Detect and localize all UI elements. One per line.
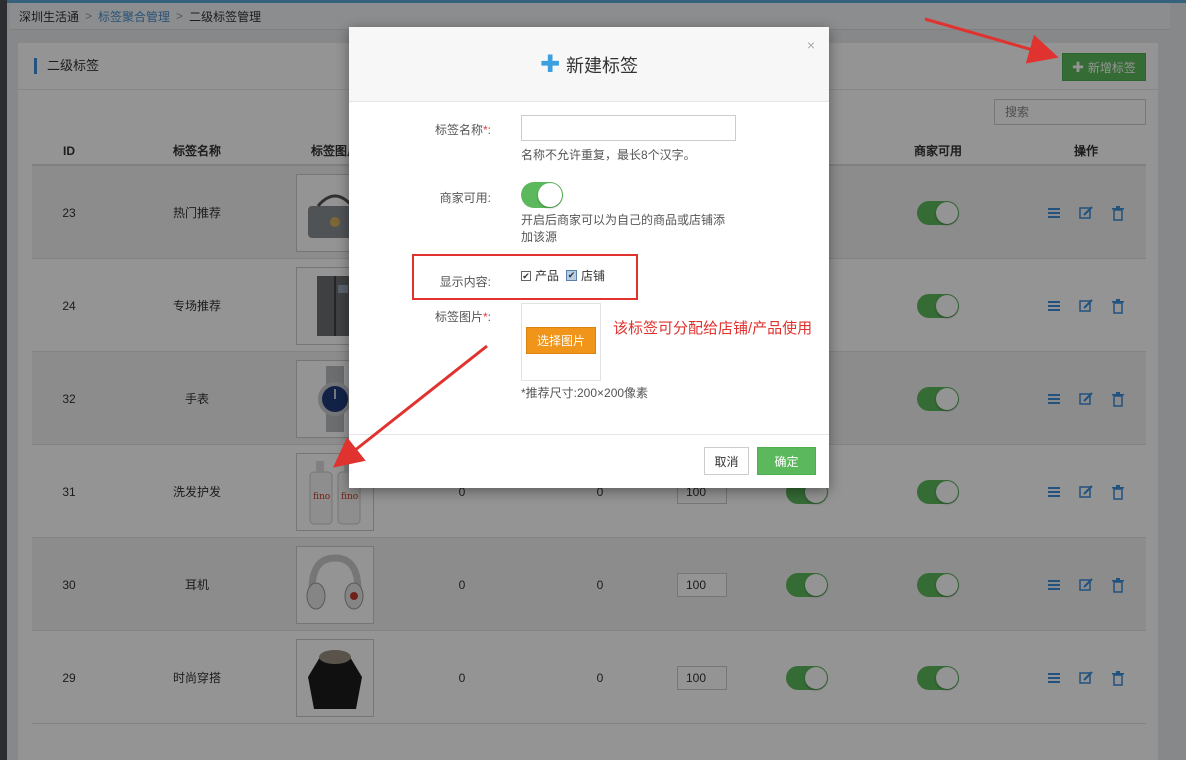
select-image-button[interactable]: 选择图片 [526,327,596,354]
cancel-button[interactable]: 取消 [704,447,749,475]
tag-name-label: 标签名称*: [361,121,491,138]
dialog-header: ✚ 新建标签 × [349,27,829,102]
toggle-knob [538,183,562,207]
merchant-available-toggle[interactable] [521,182,563,208]
dialog-title: ✚ 新建标签 [349,52,829,78]
tag-image-label: 标签图片*: [361,308,491,325]
tag-name-input[interactable] [521,115,736,141]
tag-name-hint: 名称不允许重复，最长8个汉字。 [521,148,696,162]
label-colon: : [487,123,491,137]
annotation-highlight-box [412,254,638,300]
close-icon[interactable]: × [807,37,815,53]
merchant-available-label: 商家可用: [439,191,491,205]
dialog-title-text: 新建标签 [566,56,639,76]
annotation-note: 该标签可分配给店铺/产品使用 [613,320,813,337]
dialog-footer: 取消 确定 [349,434,829,488]
tag-name-label-text: 标签名称 [434,123,483,137]
merchant-hint-line2: 加该源 [521,230,558,244]
merchant-hint-line1: 开启后商家可以为自己的商品或店铺添 [521,213,726,227]
label-colon: : [487,310,491,324]
tag-image-label-text: 标签图片 [434,310,483,324]
image-size-hint: *推荐尺寸:200×200像素 [521,386,649,400]
confirm-button[interactable]: 确定 [757,447,816,475]
plus-icon: ✚ [539,51,561,78]
